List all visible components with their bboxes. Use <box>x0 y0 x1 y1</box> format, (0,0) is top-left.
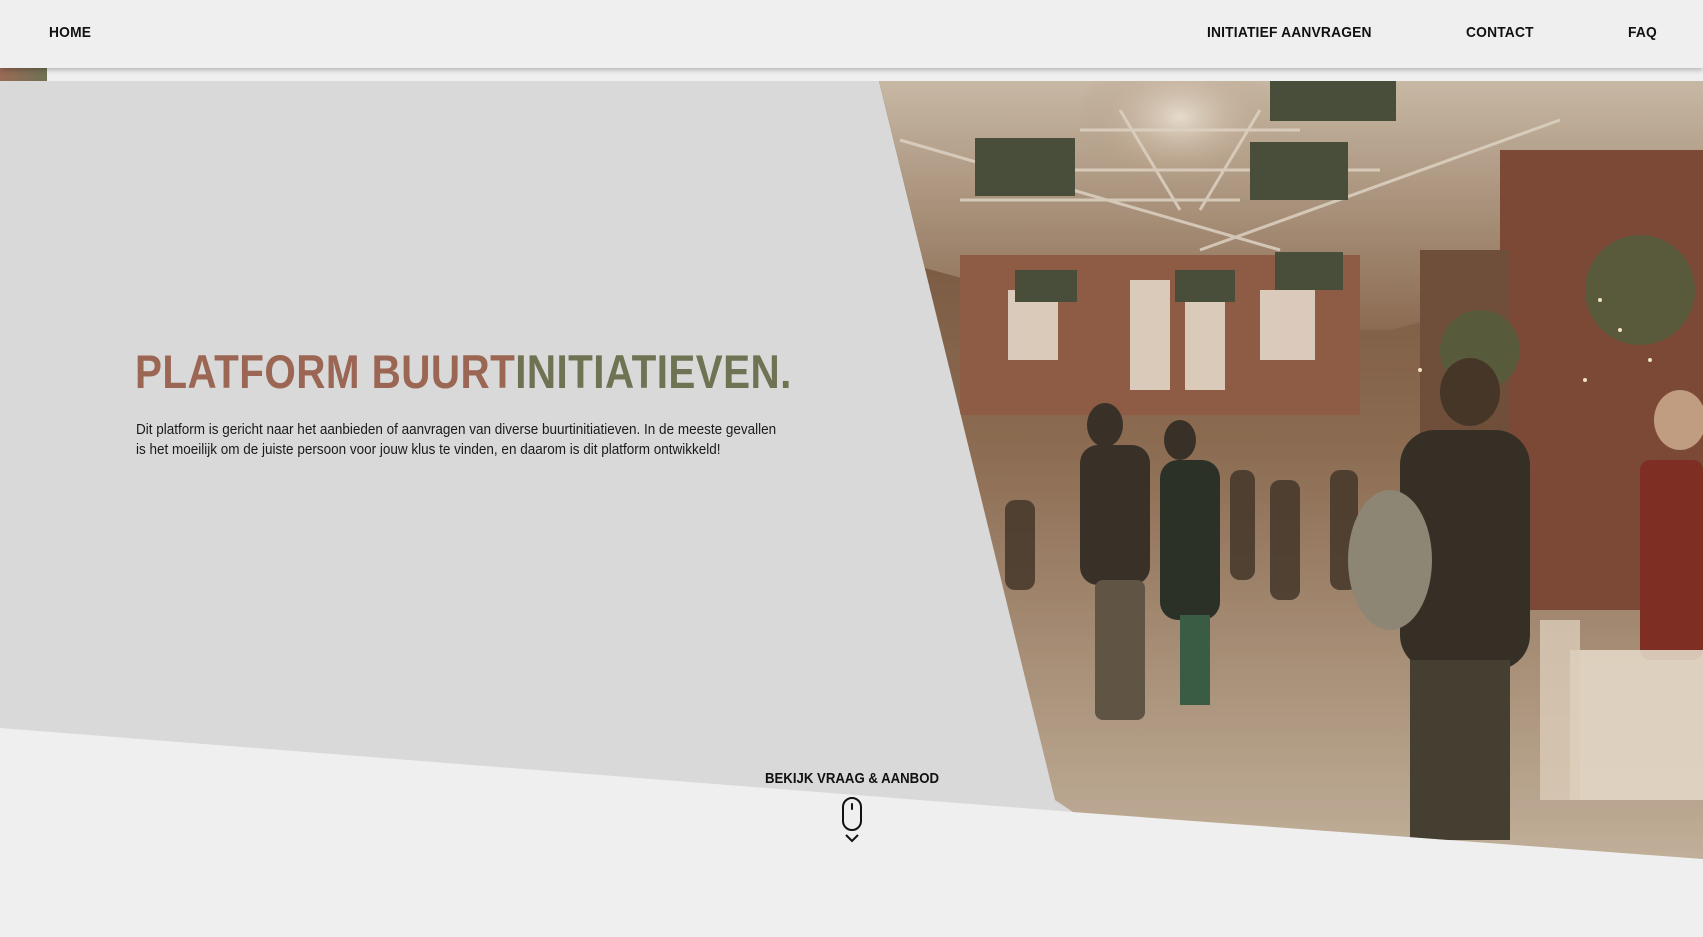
nav-initiatief-aanvragen-link[interactable]: INITIATIEF AANVRAGEN <box>1207 24 1372 41</box>
nav-faq-link[interactable]: FAQ <box>1628 24 1657 41</box>
scroll-cta-label: BEKIJK VRAAG & AANBOD <box>764 770 940 787</box>
page: PLATFORM BUURTINITIATIEVEN. Dit platform… <box>0 0 1703 937</box>
hero-title: PLATFORM BUURTINITIATIEVEN. <box>135 348 792 395</box>
nav-home-link[interactable]: HOME <box>49 24 91 41</box>
chevron-down-icon <box>845 834 859 843</box>
mouse-scroll-icon <box>842 797 862 831</box>
hero-description: Dit platform is gericht naar het aanbied… <box>136 421 777 458</box>
scroll-to-offers-button[interactable]: BEKIJK VRAAG & AANBOD <box>720 770 984 843</box>
brand-accent-strip <box>0 68 47 81</box>
top-navbar: HOME INITIATIEF AANVRAGEN CONTACT FAQ <box>0 0 1703 68</box>
hero-section: PLATFORM BUURTINITIATIEVEN. Dit platform… <box>0 0 1703 937</box>
hero-title-part-buurt: PLATFORM BUURT <box>135 345 516 398</box>
hero-title-part-initiatieven: INITIATIEVEN. <box>515 345 792 398</box>
nav-contact-link[interactable]: CONTACT <box>1466 24 1534 41</box>
